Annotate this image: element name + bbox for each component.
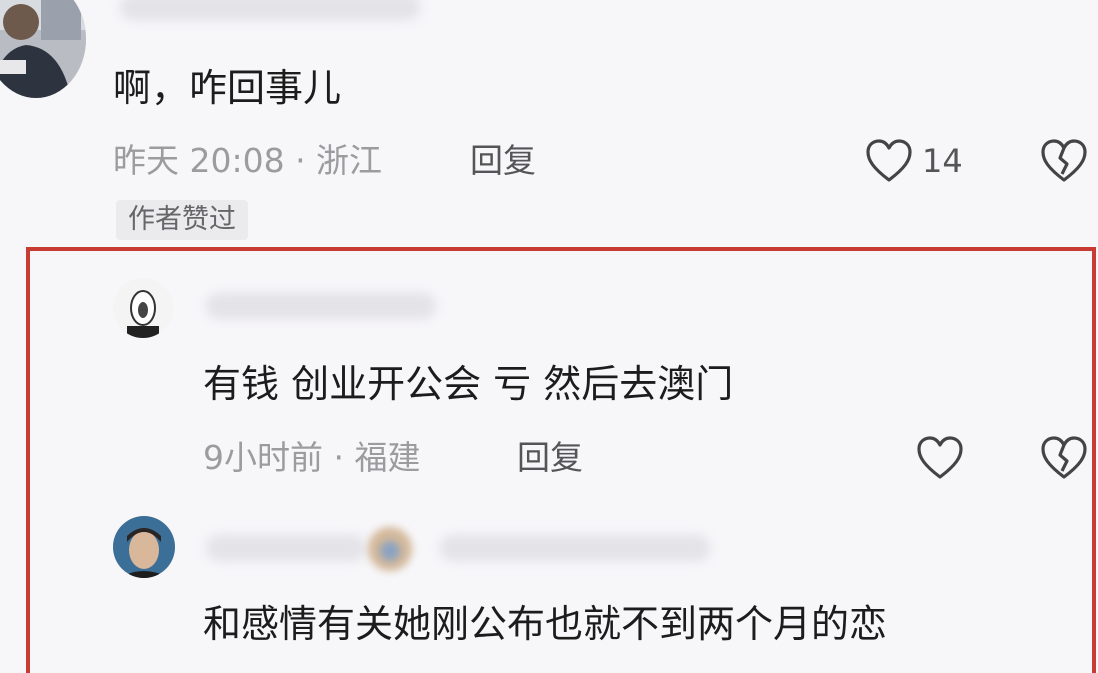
- comment-meta: 9小时前 · 福建: [203, 438, 421, 477]
- broken-heart-icon[interactable]: [1040, 435, 1088, 481]
- comment-text: 啊，咋回事儿: [113, 66, 342, 110]
- avatar[interactable]: [113, 278, 173, 338]
- comment-thread: 啊，咋回事儿 昨天 20:08 · 浙江 回复 14 作者赞过 有钱 创业开公会…: [0, 0, 1098, 673]
- author-liked-badge: 作者赞过: [116, 200, 248, 240]
- comment-text: 和感情有关她刚公布也就不到两个月的恋: [203, 602, 888, 646]
- like-count: 14: [922, 142, 963, 180]
- comment-text: 有钱 创业开公会 亏 然后去澳门: [203, 362, 734, 406]
- reply-button[interactable]: 回复: [517, 438, 583, 478]
- reply-button[interactable]: 回复: [470, 141, 536, 181]
- avatar[interactable]: [0, 0, 86, 98]
- blurred-username: [120, 0, 420, 20]
- heart-outline-icon[interactable]: [916, 435, 964, 481]
- avatar[interactable]: [113, 516, 175, 578]
- heart-outline-icon[interactable]: [865, 138, 913, 184]
- blurred-username: [206, 293, 436, 319]
- comment-meta: 昨天 20:08 · 浙江: [113, 141, 383, 180]
- blurred-username: [206, 535, 366, 561]
- avatar: [368, 527, 412, 571]
- blurred-username: [440, 535, 710, 561]
- broken-heart-icon[interactable]: [1040, 138, 1088, 184]
